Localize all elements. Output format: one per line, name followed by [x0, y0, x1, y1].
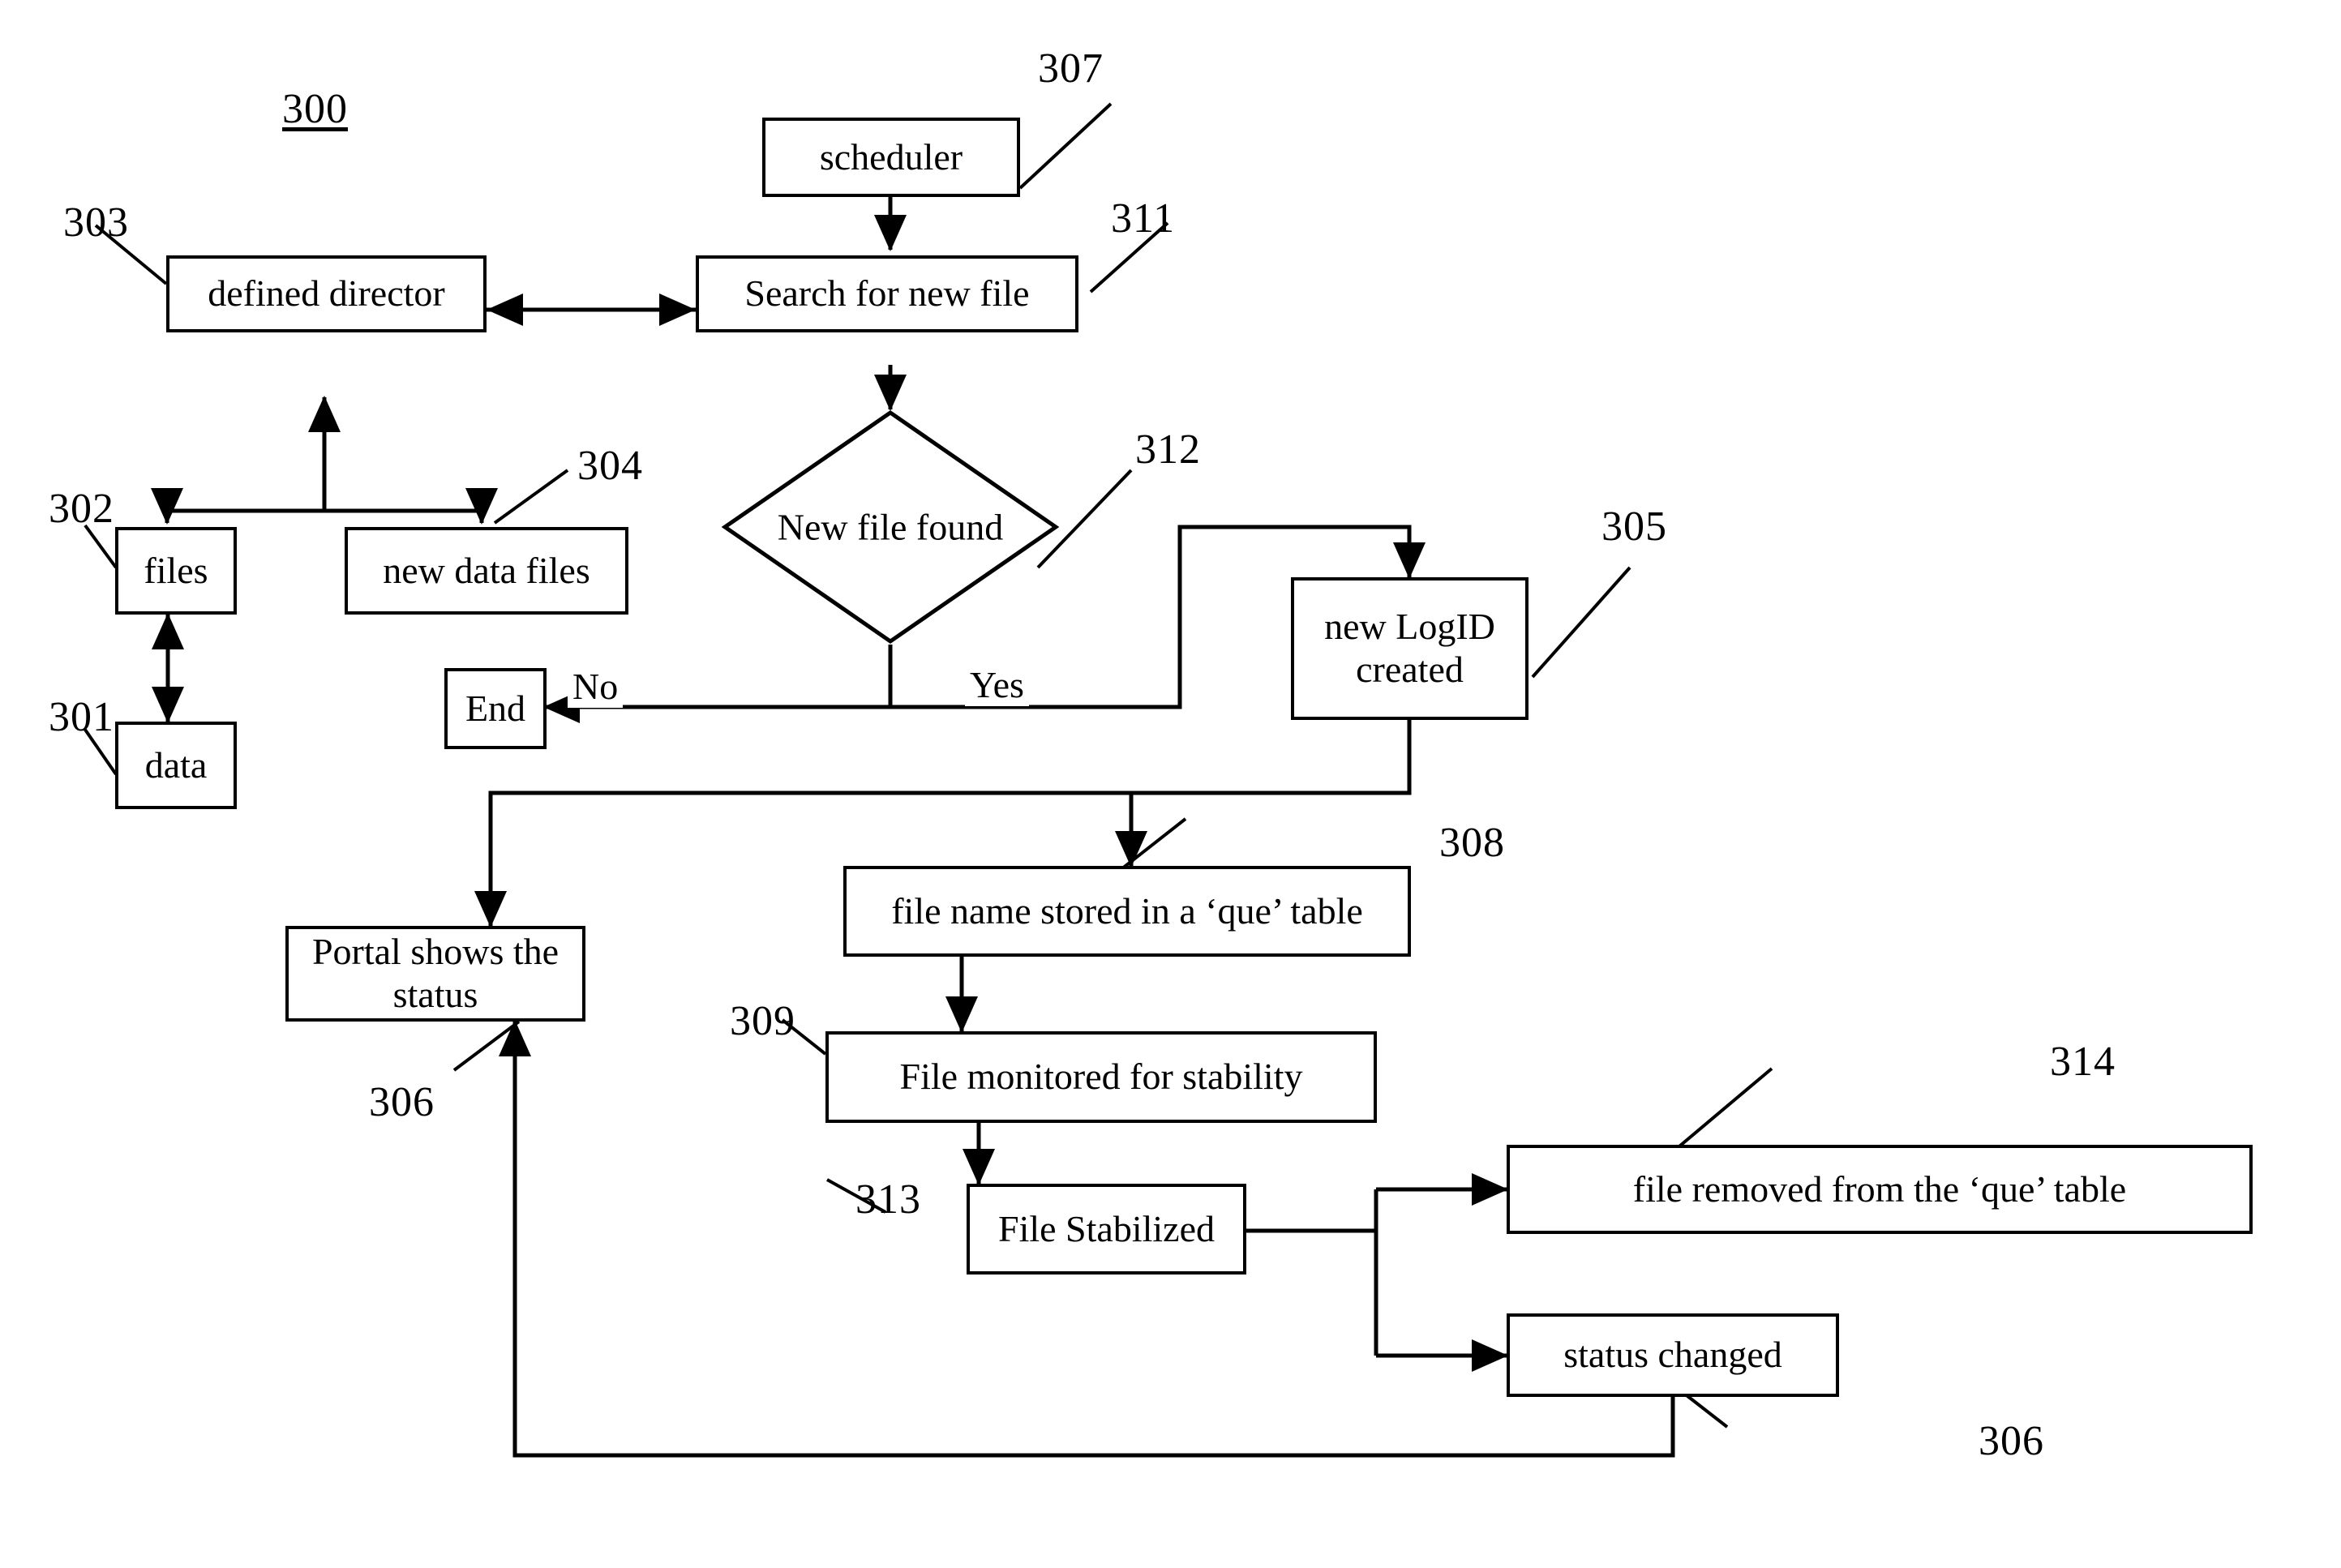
node-data[interactable]: data	[115, 722, 237, 809]
node-portal-shows-status[interactable]: Portal shows the status	[285, 926, 585, 1022]
ref-303: 303	[63, 199, 129, 246]
node-end[interactable]: End	[444, 668, 547, 749]
ref-302: 302	[49, 486, 114, 532]
ref-314: 314	[2050, 1039, 2116, 1085]
ref-313: 313	[855, 1176, 921, 1223]
flowchart-canvas: 300 scheduler 307 defined director 303 S…	[0, 0, 2341, 1568]
node-file-name-stored-que[interactable]: file name stored in a ‘que’ table	[843, 866, 1411, 957]
ref-307: 307	[1038, 45, 1104, 92]
edge-label-no: No	[568, 665, 624, 708]
node-search-for-new-file[interactable]: Search for new file	[696, 255, 1078, 332]
node-new-logid-created[interactable]: new LogID created	[1291, 577, 1529, 720]
ref-311: 311	[1111, 195, 1176, 242]
leader-306-portal	[452, 1020, 521, 1072]
leader-307	[1018, 102, 1113, 190]
node-file-monitored-stability[interactable]: File monitored for stability	[825, 1031, 1377, 1123]
node-new-file-found-label: New file found	[777, 506, 1004, 548]
node-scheduler[interactable]: scheduler	[762, 118, 1020, 197]
node-new-data-files[interactable]: new data files	[345, 527, 628, 615]
node-file-stabilized[interactable]: File Stabilized	[967, 1184, 1246, 1275]
node-defined-director[interactable]: defined director	[166, 255, 487, 332]
node-files[interactable]: files	[115, 527, 237, 615]
node-status-changed[interactable]: status changed	[1507, 1313, 1839, 1397]
node-file-removed-que[interactable]: file removed from the ‘que’ table	[1507, 1145, 2253, 1234]
ref-305: 305	[1601, 503, 1667, 550]
ref-309: 309	[730, 998, 795, 1044]
leader-304	[493, 469, 569, 525]
node-new-file-found[interactable]: New file found	[721, 409, 1060, 645]
ref-301: 301	[49, 694, 114, 740]
ref-304: 304	[577, 443, 643, 489]
ref-306-status: 306	[1979, 1418, 2044, 1464]
leader-305	[1531, 566, 1631, 679]
figure-number-300: 300	[282, 86, 348, 132]
ref-306-portal: 306	[369, 1079, 435, 1125]
edge-label-yes: Yes	[965, 663, 1029, 706]
ref-308: 308	[1439, 820, 1505, 866]
ref-312: 312	[1135, 426, 1201, 473]
